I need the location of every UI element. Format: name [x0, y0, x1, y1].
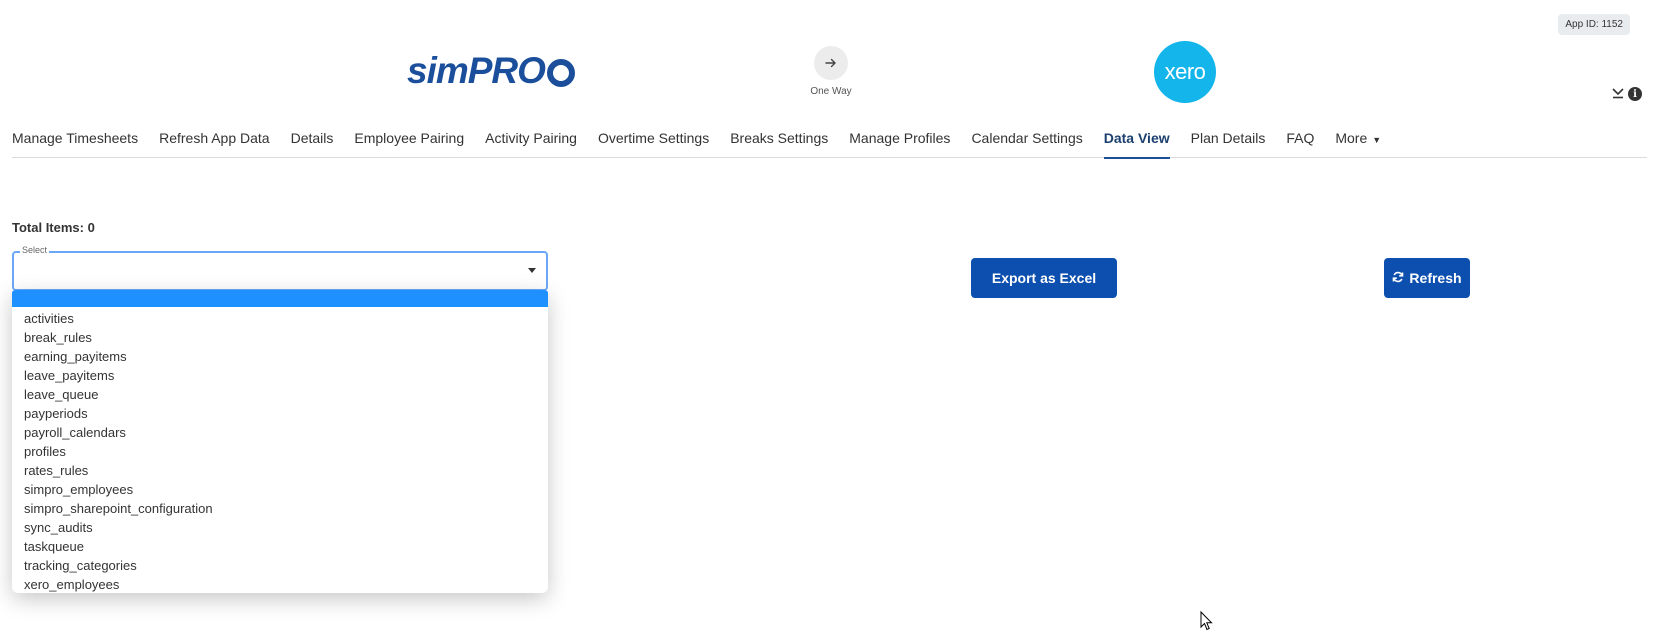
nav-item-overtime-settings[interactable]: Overtime Settings [598, 124, 709, 158]
nav-item-activity-pairing[interactable]: Activity Pairing [485, 124, 577, 158]
dropdown-option[interactable]: xero_employees [12, 575, 548, 593]
select-legend: Select [20, 245, 50, 255]
info-icon[interactable]: i [1628, 87, 1642, 101]
dropdown-option[interactable]: simpro_sharepoint_configuration [12, 499, 548, 518]
nav-item-more[interactable]: More ▼ [1335, 124, 1381, 158]
select-dropdown: activities break_rules earning_payitems lea… [12, 290, 548, 593]
nav-item-manage-timesheets[interactable]: Manage Timesheets [12, 124, 138, 158]
dropdown-option[interactable]: payperiods [12, 404, 548, 423]
simpro-logo: simPRO [407, 50, 575, 92]
nav-item-data-view[interactable]: Data View [1103, 124, 1170, 159]
dropdown-highlighted-option[interactable] [12, 290, 548, 307]
dropdown-options-list: activities break_rules earning_payitems lea… [12, 307, 548, 593]
simpro-gear-icon [546, 59, 575, 87]
export-excel-button[interactable]: Export as Excel [971, 258, 1117, 298]
data-select[interactable]: Select [12, 245, 548, 291]
xero-logo: xero [1154, 41, 1216, 103]
main-nav: Manage Timesheets Refresh App Data Detai… [12, 124, 1647, 159]
nav-item-refresh-app-data[interactable]: Refresh App Data [159, 124, 270, 158]
nav-item-more-label: More [1335, 130, 1368, 146]
sync-direction: One Way [810, 46, 852, 97]
simpro-logo-text: simPRO [407, 50, 546, 91]
dropdown-option[interactable]: simpro_employees [12, 480, 548, 499]
nav-item-plan-details[interactable]: Plan Details [1191, 124, 1266, 158]
dropdown-option[interactable]: break_rules [12, 328, 548, 347]
refresh-button[interactable]: Refresh [1384, 258, 1470, 298]
arrow-right-icon-svg [825, 58, 836, 68]
nav-item-calendar-settings[interactable]: Calendar Settings [971, 124, 1082, 158]
nav-item-manage-profiles[interactable]: Manage Profiles [849, 124, 950, 158]
caret-down-icon[interactable] [528, 268, 536, 273]
dropdown-option[interactable]: leave_queue [12, 385, 548, 404]
dropdown-option[interactable]: tracking_categories [12, 556, 548, 575]
dropdown-option[interactable]: earning_payitems [12, 347, 548, 366]
nav-item-employee-pairing[interactable]: Employee Pairing [354, 124, 464, 158]
caret-down-icon: ▼ [1372, 135, 1382, 145]
refresh-icon [1392, 271, 1404, 286]
nav-item-faq[interactable]: FAQ [1286, 124, 1314, 158]
corner-icons: i [1611, 86, 1642, 102]
nav-item-breaks-settings[interactable]: Breaks Settings [730, 124, 828, 158]
collapse-icon[interactable] [1611, 86, 1625, 102]
dropdown-option[interactable]: rates_rules [12, 461, 548, 480]
arrow-right-icon[interactable] [814, 46, 848, 80]
dropdown-option[interactable]: activities [12, 309, 548, 328]
sync-direction-label: One Way [810, 86, 852, 97]
dropdown-option[interactable]: payroll_calendars [12, 423, 548, 442]
dropdown-option[interactable]: taskqueue [12, 537, 548, 556]
dropdown-option[interactable]: profiles [12, 442, 548, 461]
dropdown-option[interactable]: sync_audits [12, 518, 548, 537]
total-items: Total Items: 0 [12, 220, 95, 235]
nav-item-details[interactable]: Details [291, 124, 334, 158]
app-id-badge: App ID: 1152 [1558, 14, 1630, 35]
dropdown-option[interactable]: leave_payitems [12, 366, 548, 385]
refresh-button-label: Refresh [1409, 270, 1462, 286]
